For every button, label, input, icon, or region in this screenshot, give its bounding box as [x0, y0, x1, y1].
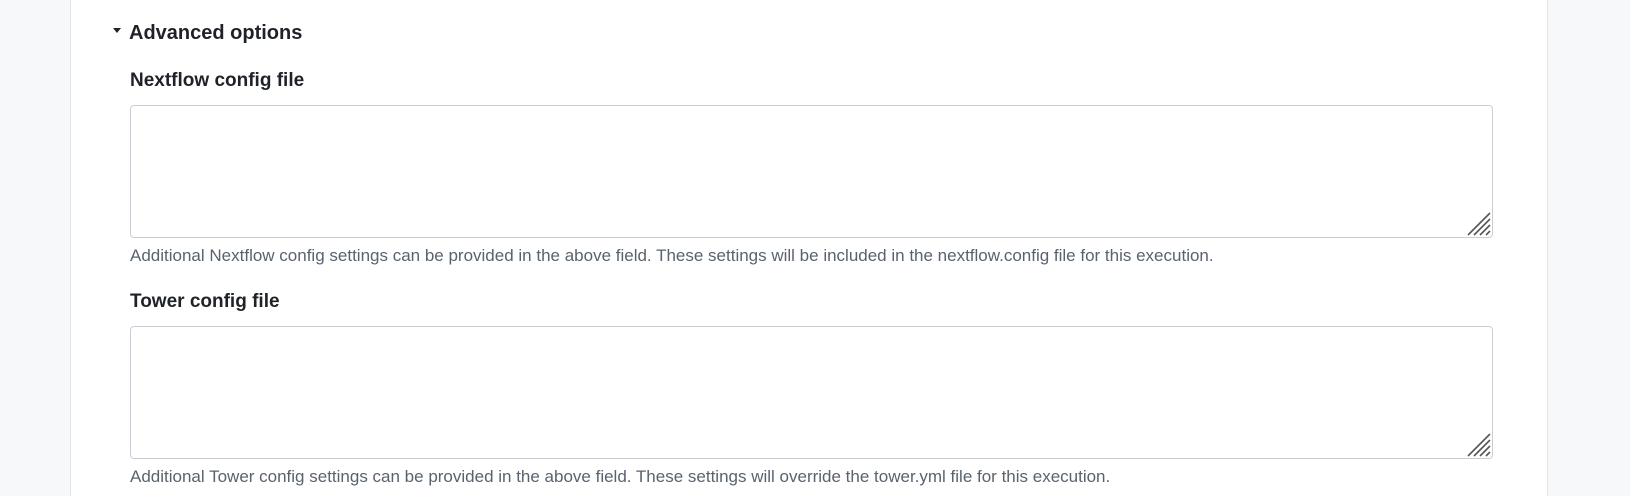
nextflow-config-textarea[interactable]	[130, 105, 1493, 238]
tower-config-textarea[interactable]	[130, 326, 1493, 459]
tower-config-field: Tower config file Additional Tower confi…	[130, 290, 1493, 488]
section-title: Advanced options	[129, 22, 303, 44]
nextflow-config-help: Additional Nextflow config settings can …	[130, 246, 1214, 265]
form-panel: Advanced options Nextflow config file Ad…	[70, 0, 1548, 496]
nextflow-config-field: Nextflow config file Additional Nextflow…	[130, 69, 1493, 267]
caret-down-icon	[113, 27, 121, 33]
tower-config-help: Additional Tower config settings can be …	[130, 467, 1111, 486]
resize-handle-icon[interactable]	[1465, 431, 1491, 457]
nextflow-config-textarea-wrap	[130, 105, 1493, 238]
tower-config-textarea-wrap	[130, 326, 1493, 459]
tower-config-label: Tower config file	[130, 291, 280, 312]
advanced-options-toggle[interactable]: Advanced options	[113, 20, 302, 46]
resize-handle-icon[interactable]	[1465, 210, 1491, 236]
nextflow-config-label: Nextflow config file	[130, 70, 305, 91]
